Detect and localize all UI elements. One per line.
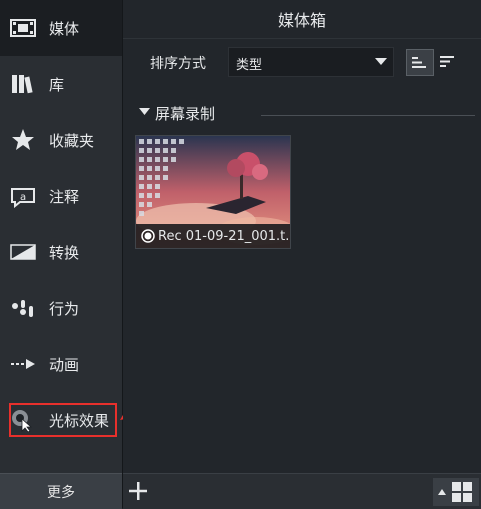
grid-view-icon	[452, 482, 472, 502]
books-icon	[12, 75, 33, 94]
animation-arrow-icon	[11, 359, 35, 369]
sort-select-value: 类型	[236, 58, 263, 73]
media-clip-thumbnail[interactable]: Rec 01-09-21_001.t...	[135, 135, 291, 249]
caret-up-icon	[438, 489, 446, 495]
sort-descending-icon	[440, 56, 454, 67]
sort-ascending-icon	[412, 57, 426, 68]
sort-ascending-button[interactable]	[406, 49, 434, 76]
more-button[interactable]: 更多	[0, 473, 122, 509]
thumbnail-caption: Rec 01-09-21_001.t...	[136, 224, 290, 248]
sidebar-item-favorites[interactable]: 收藏夹	[0, 112, 122, 168]
view-size-button[interactable]	[433, 478, 479, 506]
sidebar-item-behaviors[interactable]: 行为	[0, 280, 122, 336]
section-divider	[261, 115, 475, 116]
clip-name: Rec 01-09-21_001.t...	[158, 228, 291, 244]
sidebar-item-label: 转换	[49, 243, 80, 262]
sidebar-item-library[interactable]: 库	[0, 56, 122, 112]
sidebar-item-label: 媒体	[49, 19, 80, 38]
svg-text:a: a	[20, 192, 26, 203]
sort-label: 排序方式	[150, 56, 206, 72]
media-bin-panel: 媒体箱 排序方式 类型 屏幕录制 Rec 01-09-21_001.t...	[123, 0, 481, 509]
sidebar-item-label: 行为	[49, 299, 80, 318]
chevron-down-icon	[375, 58, 387, 65]
highlight-box	[9, 403, 117, 437]
sidebar-item-label: 注释	[49, 187, 80, 206]
sort-select[interactable]: 类型	[228, 47, 394, 77]
callout-icon: a	[11, 188, 35, 208]
sort-descending-button[interactable]	[435, 49, 463, 76]
film-strip-icon	[10, 19, 36, 37]
record-icon	[141, 229, 155, 243]
add-icon[interactable]	[127, 480, 149, 502]
sidebar-item-animations[interactable]: 动画	[0, 336, 122, 392]
sidebar-item-label: 库	[49, 75, 65, 94]
sidebar-item-label: 收藏夹	[49, 131, 95, 150]
sidebar-item-transitions[interactable]: 转换	[0, 224, 122, 280]
panel-title: 媒体箱	[123, 0, 481, 39]
behavior-icon	[12, 300, 33, 317]
star-icon	[12, 129, 34, 150]
sidebar: 媒体 库 收藏夹 a 注释 转换 行为 动画 光标效果 更多	[0, 0, 123, 509]
transition-icon	[10, 244, 36, 260]
bottom-toolbar	[123, 473, 481, 509]
section-title: 屏幕录制	[155, 105, 216, 123]
sidebar-item-annotations[interactable]: a 注释	[0, 168, 122, 224]
section-header[interactable]: 屏幕录制	[139, 103, 475, 123]
collapse-triangle-icon	[139, 108, 150, 115]
sidebar-item-label: 动画	[49, 355, 80, 374]
sort-row: 排序方式 类型	[123, 44, 481, 80]
sidebar-item-media[interactable]: 媒体	[0, 0, 122, 56]
